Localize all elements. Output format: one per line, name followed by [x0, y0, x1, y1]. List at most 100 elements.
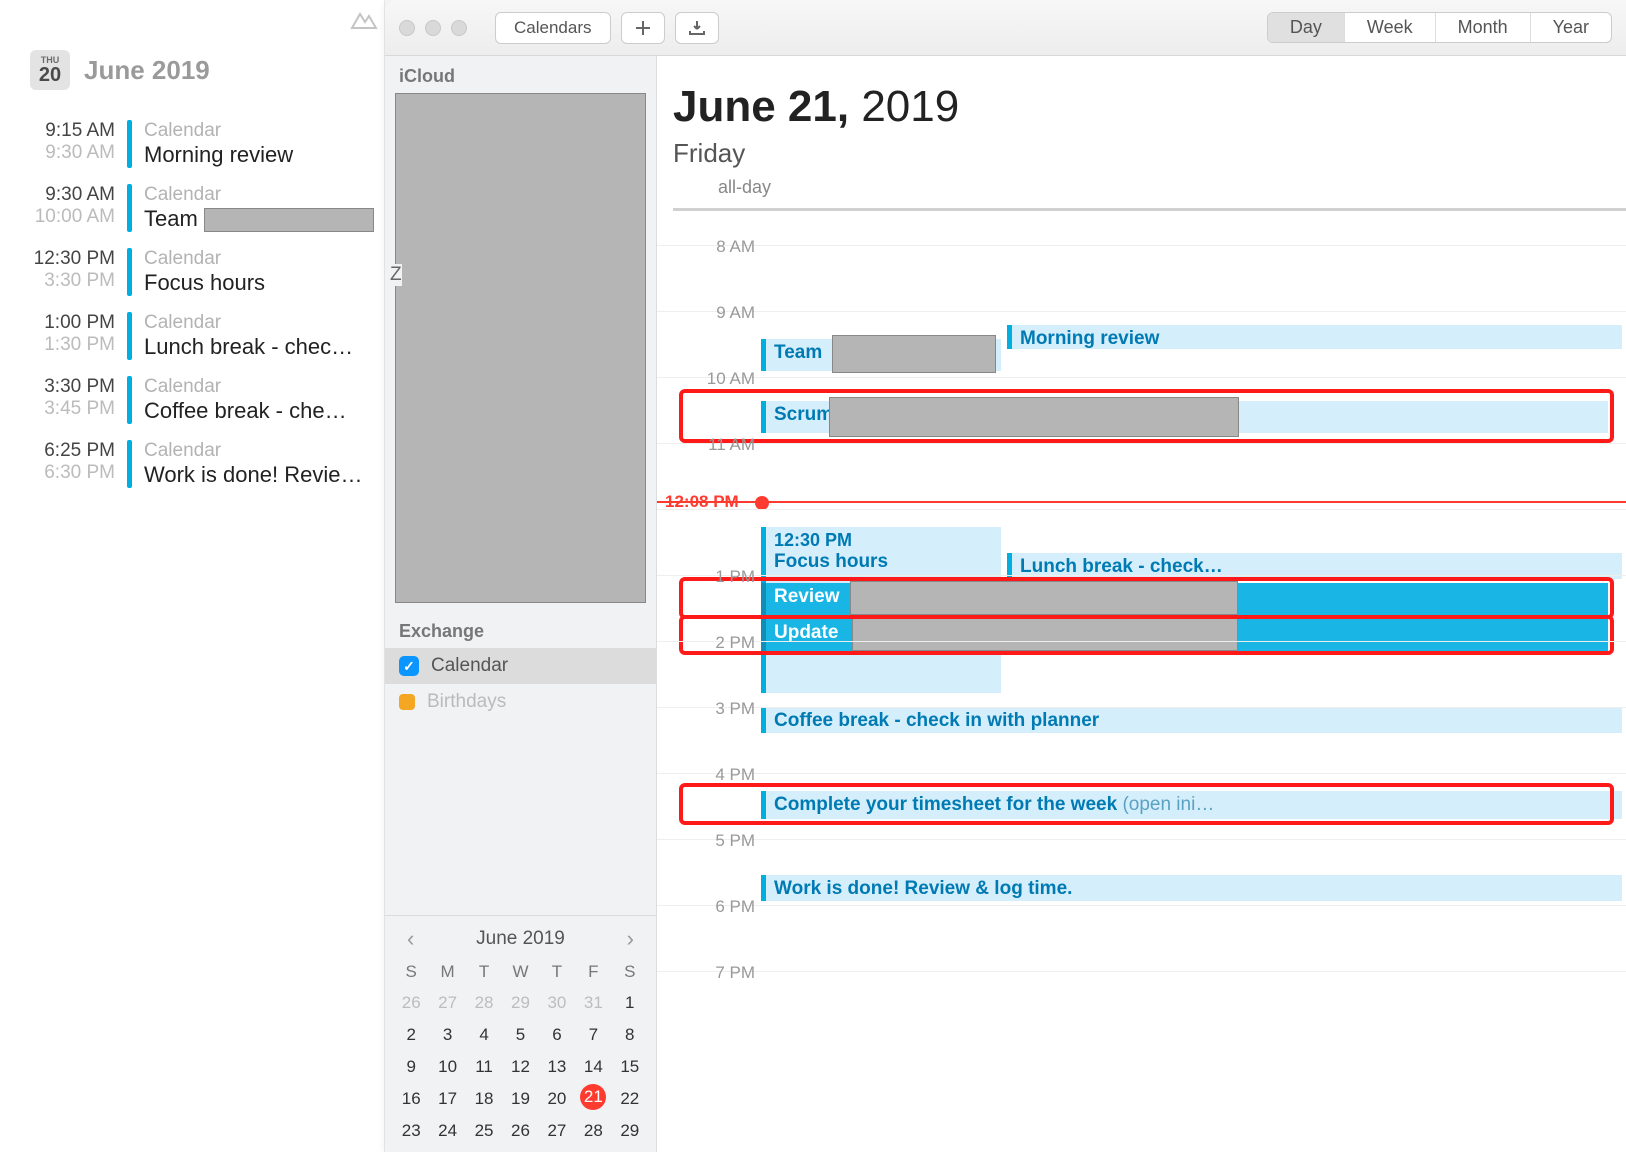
mini-day[interactable]: 1 — [612, 988, 648, 1018]
hour-label: 10 AM — [657, 369, 755, 389]
next-month-button[interactable]: › — [621, 926, 640, 952]
mini-day[interactable]: 29 — [612, 1116, 648, 1146]
hour-label: 11 AM — [657, 435, 755, 455]
mini-day[interactable]: 31 — [575, 988, 611, 1018]
section-icloud: iCloud — [385, 56, 656, 93]
mini-day[interactable]: 28 — [466, 988, 502, 1018]
agenda-color-bar — [127, 376, 132, 424]
allday-row: all-day — [673, 169, 1626, 211]
agenda-item[interactable]: 1:00 PM1:30 PMCalendarLunch break - chec… — [20, 312, 374, 360]
mini-day[interactable]: 14 — [575, 1052, 611, 1082]
agenda-times: 3:30 PM3:45 PM — [20, 376, 115, 424]
agenda-title: Team — [144, 206, 374, 232]
mini-day[interactable]: 5 — [502, 1020, 538, 1050]
agenda-item[interactable]: 6:25 PM6:30 PMCalendarWork is done! Revi… — [20, 440, 374, 488]
calendar-row-calendar[interactable]: ✓ Calendar — [385, 648, 656, 684]
hour-label: 1 PM — [657, 567, 755, 587]
view-day[interactable]: Day — [1268, 13, 1345, 42]
hours-grid[interactable]: Morning review Team Scrum 12:08 PM 12 — [657, 221, 1626, 1081]
agenda-item[interactable]: 3:30 PM3:45 PM CalendarCoffee break - che… — [20, 376, 374, 424]
titlebar: Calendars Day Week Month Year — [385, 0, 1626, 56]
close-dot[interactable] — [399, 20, 415, 36]
mini-day[interactable]: 25 — [466, 1116, 502, 1146]
mini-day[interactable]: 12 — [502, 1052, 538, 1082]
agenda-calendar-label: Calendar — [144, 440, 374, 462]
mini-day[interactable]: 7 — [575, 1020, 611, 1050]
today-date-icon: THU 20 — [30, 50, 70, 90]
mini-day[interactable]: 3 — [429, 1020, 465, 1050]
agenda-item[interactable]: 9:30 AM10:00 AM CalendarTeam — [20, 184, 374, 232]
view-year[interactable]: Year — [1531, 13, 1611, 42]
agenda-times: 6:25 PM6:30 PM — [20, 440, 115, 488]
mini-day[interactable]: 8 — [612, 1020, 648, 1050]
agenda-item[interactable]: 12:30 PM3:30 PMCalendarFocus hours — [20, 248, 374, 296]
mini-day[interactable]: 28 — [575, 1116, 611, 1146]
calendar-row-label: Calendar — [431, 655, 508, 677]
mini-day[interactable]: 24 — [429, 1116, 465, 1146]
mini-day[interactable]: 19 — [502, 1084, 538, 1114]
calendar-sidebar: iCloud Z Exchange ✓ Calendar Birthdays ‹… — [385, 56, 657, 1152]
hour-label: 9 AM — [657, 303, 755, 323]
mini-day[interactable]: 29 — [502, 988, 538, 1018]
hour-label: 2 PM — [657, 633, 755, 653]
agenda-start: 1:00 PM — [20, 312, 115, 334]
mini-day[interactable]: 26 — [393, 988, 429, 1018]
allday-label: all-day — [673, 177, 771, 198]
agenda-calendar-label: Calendar — [144, 312, 374, 334]
mini-calendar: ‹ June 2019 › SMTWTFS2627282930311234567… — [385, 915, 656, 1152]
mini-dow: S — [612, 958, 648, 986]
mini-day[interactable]: 13 — [539, 1052, 575, 1082]
agenda-start: 9:30 AM — [20, 184, 115, 206]
mini-cal-grid: SMTWTFS262728293031123456789101112131415… — [393, 958, 648, 1146]
agenda-color-bar — [127, 440, 132, 488]
agenda-body: CalendarFocus hours — [144, 248, 374, 296]
mini-day[interactable]: 30 — [539, 988, 575, 1018]
view-week[interactable]: Week — [1345, 13, 1436, 42]
checkbox-checked-icon[interactable]: ✓ — [399, 656, 419, 676]
mini-day[interactable]: 26 — [502, 1116, 538, 1146]
calendars-button[interactable]: Calendars — [495, 12, 611, 44]
mini-day[interactable]: 10 — [429, 1052, 465, 1082]
mini-day[interactable]: 22 — [612, 1084, 648, 1114]
mini-day[interactable]: 27 — [429, 988, 465, 1018]
add-event-button[interactable] — [621, 12, 665, 44]
mini-day[interactable]: 9 — [393, 1052, 429, 1082]
minimize-dot[interactable] — [425, 20, 441, 36]
mini-day[interactable]: 27 — [539, 1116, 575, 1146]
calendar-row-birthdays[interactable]: Birthdays — [385, 684, 656, 720]
mini-day[interactable]: 21 — [580, 1084, 606, 1110]
inbox-button[interactable] — [675, 12, 719, 44]
agenda-color-bar — [127, 120, 132, 168]
agenda-start: 12:30 PM — [20, 248, 115, 270]
agenda-title: Lunch break - chec… — [144, 334, 374, 360]
mini-day[interactable]: 15 — [612, 1052, 648, 1082]
agenda-item[interactable]: 9:15 AM9:30 AMCalendarMorning review — [20, 120, 374, 168]
mini-day[interactable]: 20 — [539, 1084, 575, 1114]
agenda-end: 6:30 PM — [20, 462, 115, 484]
mini-day[interactable]: 4 — [466, 1020, 502, 1050]
icloud-calendar-list-redacted: Z — [395, 93, 646, 603]
mini-dow: W — [502, 958, 538, 986]
agenda-times: 9:30 AM10:00 AM — [20, 184, 115, 232]
hour-label: 5 PM — [657, 831, 755, 851]
agenda-body: CalendarCoffee break - che… — [144, 376, 374, 424]
agenda-body: CalendarMorning review — [144, 120, 374, 168]
zoom-dot[interactable] — [451, 20, 467, 36]
mini-day[interactable]: 11 — [466, 1052, 502, 1082]
mini-day[interactable]: 2 — [393, 1020, 429, 1050]
day-month-day: June 21, — [673, 82, 849, 131]
agenda-calendar-label: Calendar — [144, 184, 374, 206]
agenda-title: Coffee break - che… — [144, 398, 374, 424]
mini-day[interactable]: 6 — [539, 1020, 575, 1050]
mini-day[interactable]: 17 — [429, 1084, 465, 1114]
view-month[interactable]: Month — [1436, 13, 1531, 42]
mini-day[interactable]: 18 — [466, 1084, 502, 1114]
mini-day[interactable]: 23 — [393, 1116, 429, 1146]
calendar-window: Calendars Day Week Month Year iCloud Z E… — [385, 0, 1626, 1152]
today-icon-num: 20 — [39, 65, 61, 85]
mini-dow: T — [539, 958, 575, 986]
mini-day[interactable]: 16 — [393, 1084, 429, 1114]
prev-month-button[interactable]: ‹ — [401, 926, 420, 952]
agenda-color-bar — [127, 248, 132, 296]
hour-label: 6 PM — [657, 897, 755, 917]
